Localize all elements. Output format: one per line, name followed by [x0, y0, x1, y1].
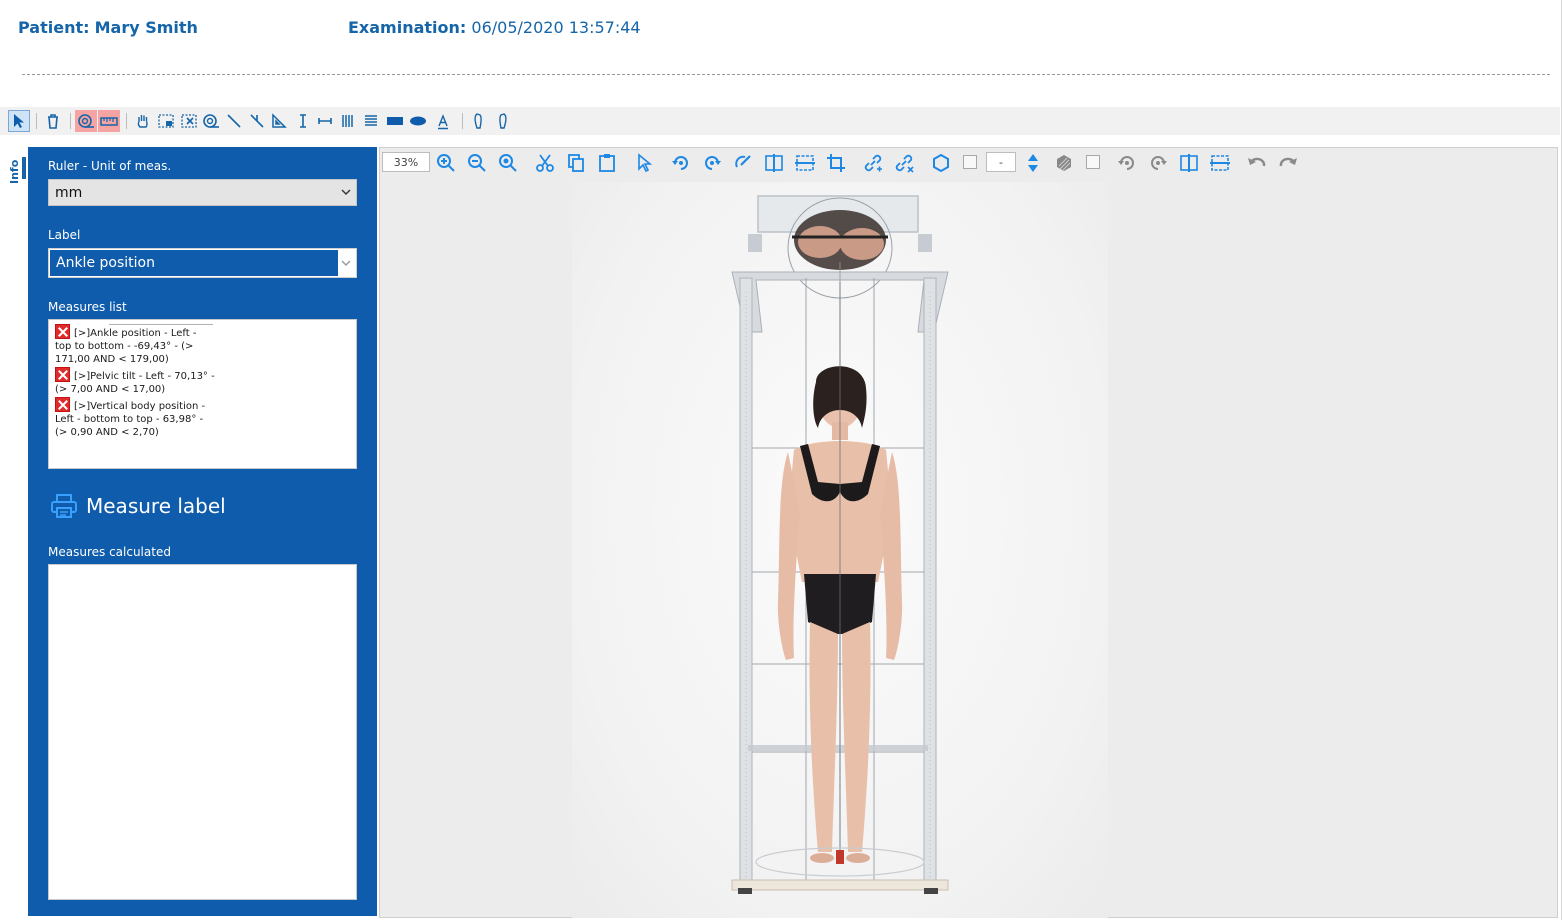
ruler-unit-select[interactable]: mm [48, 179, 357, 206]
measures-calculated-label: Measures calculated [48, 545, 171, 559]
posture-photo[interactable] [572, 182, 1108, 918]
viewer-toolbar: 33% - [380, 148, 1557, 178]
rotate-right-icon[interactable] [700, 151, 724, 175]
redo-icon[interactable] [1276, 151, 1300, 175]
header-divider [22, 74, 1550, 75]
rotate-free-icon[interactable] [731, 151, 755, 175]
error-icon [55, 324, 70, 339]
measures-panel: Ruler - Unit of meas. mm Label Ankle pos… [28, 147, 377, 916]
fill-box-icon[interactable] [1086, 155, 1100, 169]
zoom-level[interactable]: 33% [382, 152, 430, 172]
pointer-icon[interactable] [632, 151, 656, 175]
text-icon[interactable] [432, 110, 454, 132]
hexagon-icon[interactable] [929, 151, 953, 175]
toolbar-separator [462, 113, 463, 129]
zoom-fit-icon[interactable] [496, 151, 520, 175]
chevron-down-icon [341, 260, 351, 266]
measures-list[interactable]: [>]Ankle position - Left - top to bottom… [48, 319, 357, 469]
posture-frame-graphic [731, 195, 949, 894]
error-icon [55, 397, 70, 412]
paste-icon[interactable] [595, 151, 619, 175]
line-style-field[interactable]: - [986, 152, 1016, 172]
toolbar-separator [70, 113, 71, 129]
pointer-icon[interactable] [8, 110, 30, 132]
ruler-unit-value: mm [55, 185, 83, 201]
color-box-icon[interactable] [963, 155, 977, 169]
ruler-unit-label: Ruler - Unit of meas. [48, 159, 172, 173]
line-icon[interactable] [223, 110, 245, 132]
delete-selection-icon[interactable] [178, 110, 200, 132]
crop-icon[interactable] [824, 151, 848, 175]
measure-text: [>]Pelvic tilt - Left - 70,13° - (> 7,00… [55, 371, 215, 395]
select-image-icon[interactable] [155, 110, 177, 132]
spiral-ruler-icon[interactable] [75, 110, 97, 132]
zoom-out-icon[interactable] [465, 151, 489, 175]
copy-icon[interactable] [564, 151, 588, 175]
exam-label: Examination: [348, 18, 467, 37]
measures-list-label: Measures list [48, 300, 127, 314]
app-window: { "header": { "patient_label": "Patient:… [0, 0, 1562, 920]
label-select[interactable]: Ankle position [48, 248, 357, 278]
exam-datetime: 06/05/2020 13:57:44 [471, 18, 641, 37]
horizontal-lines-icon[interactable] [360, 110, 382, 132]
vertical-lines-icon[interactable] [337, 110, 359, 132]
line-width-icon[interactable] [1021, 151, 1045, 175]
list-item[interactable]: [>]Vertical body position - Left - botto… [55, 397, 215, 439]
rotate-left-alt-icon[interactable] [1115, 151, 1139, 175]
measure-label-text: Measure label [86, 494, 226, 518]
label-value: Ankle position [50, 250, 338, 276]
link-add-icon[interactable] [861, 151, 885, 175]
flip-horizontal-alt-icon[interactable] [1177, 151, 1201, 175]
tab-info-label: Info [8, 159, 21, 184]
toolbar-separator [36, 113, 37, 129]
list-item[interactable]: [>]Pelvic tilt - Left - 70,13° - (> 7,00… [55, 367, 215, 396]
hand-icon[interactable] [132, 110, 154, 132]
patient-header: Patient: Mary Smith [18, 18, 198, 37]
chevron-down-icon [341, 189, 351, 195]
list-item[interactable]: [>]Ankle position - Left - top to bottom… [55, 324, 215, 366]
fill-pattern-icon[interactable] [1052, 151, 1076, 175]
rotate-right-alt-icon[interactable] [1146, 151, 1170, 175]
trash-icon[interactable] [42, 110, 64, 132]
patient-name: Mary Smith [94, 18, 198, 37]
flip-vertical-icon[interactable] [793, 151, 817, 175]
tab-info-indicator [22, 157, 26, 179]
drawing-toolbar [0, 107, 1560, 135]
rotate-left-icon[interactable] [669, 151, 693, 175]
exam-header: Examination: 06/05/2020 13:57:44 [348, 18, 641, 37]
toolbar-separator [126, 113, 127, 129]
measures-calculated-box[interactable] [48, 564, 357, 900]
measure-text: [>]Ankle position - Left - top to bottom… [55, 328, 197, 365]
zoom-in-icon[interactable] [434, 151, 458, 175]
printer-icon [51, 494, 77, 518]
label-field-label: Label [48, 228, 81, 242]
flip-vertical-alt-icon[interactable] [1208, 151, 1232, 175]
undo-icon[interactable] [1245, 151, 1269, 175]
set-square-icon[interactable] [268, 110, 290, 132]
flip-horizontal-icon[interactable] [762, 151, 786, 175]
measure-text: [>]Vertical body position - Left - botto… [55, 401, 206, 438]
patient-label: Patient: [18, 18, 90, 37]
ruler-icon[interactable] [98, 110, 120, 132]
right-foot-icon[interactable] [491, 110, 513, 132]
ellipse-icon[interactable] [407, 110, 429, 132]
image-viewer: 33% - [379, 147, 1558, 918]
cut-icon[interactable] [533, 151, 557, 175]
left-foot-icon[interactable] [468, 110, 490, 132]
horizontal-measure-icon[interactable] [314, 110, 336, 132]
spiral-icon[interactable] [200, 110, 222, 132]
rectangle-icon[interactable] [384, 110, 406, 132]
link-remove-icon[interactable] [892, 151, 916, 175]
measure-label-print-button[interactable]: Measure label [50, 490, 226, 522]
error-icon [55, 367, 70, 382]
angle-line-icon[interactable] [246, 110, 268, 132]
vertical-measure-icon[interactable] [292, 110, 314, 132]
